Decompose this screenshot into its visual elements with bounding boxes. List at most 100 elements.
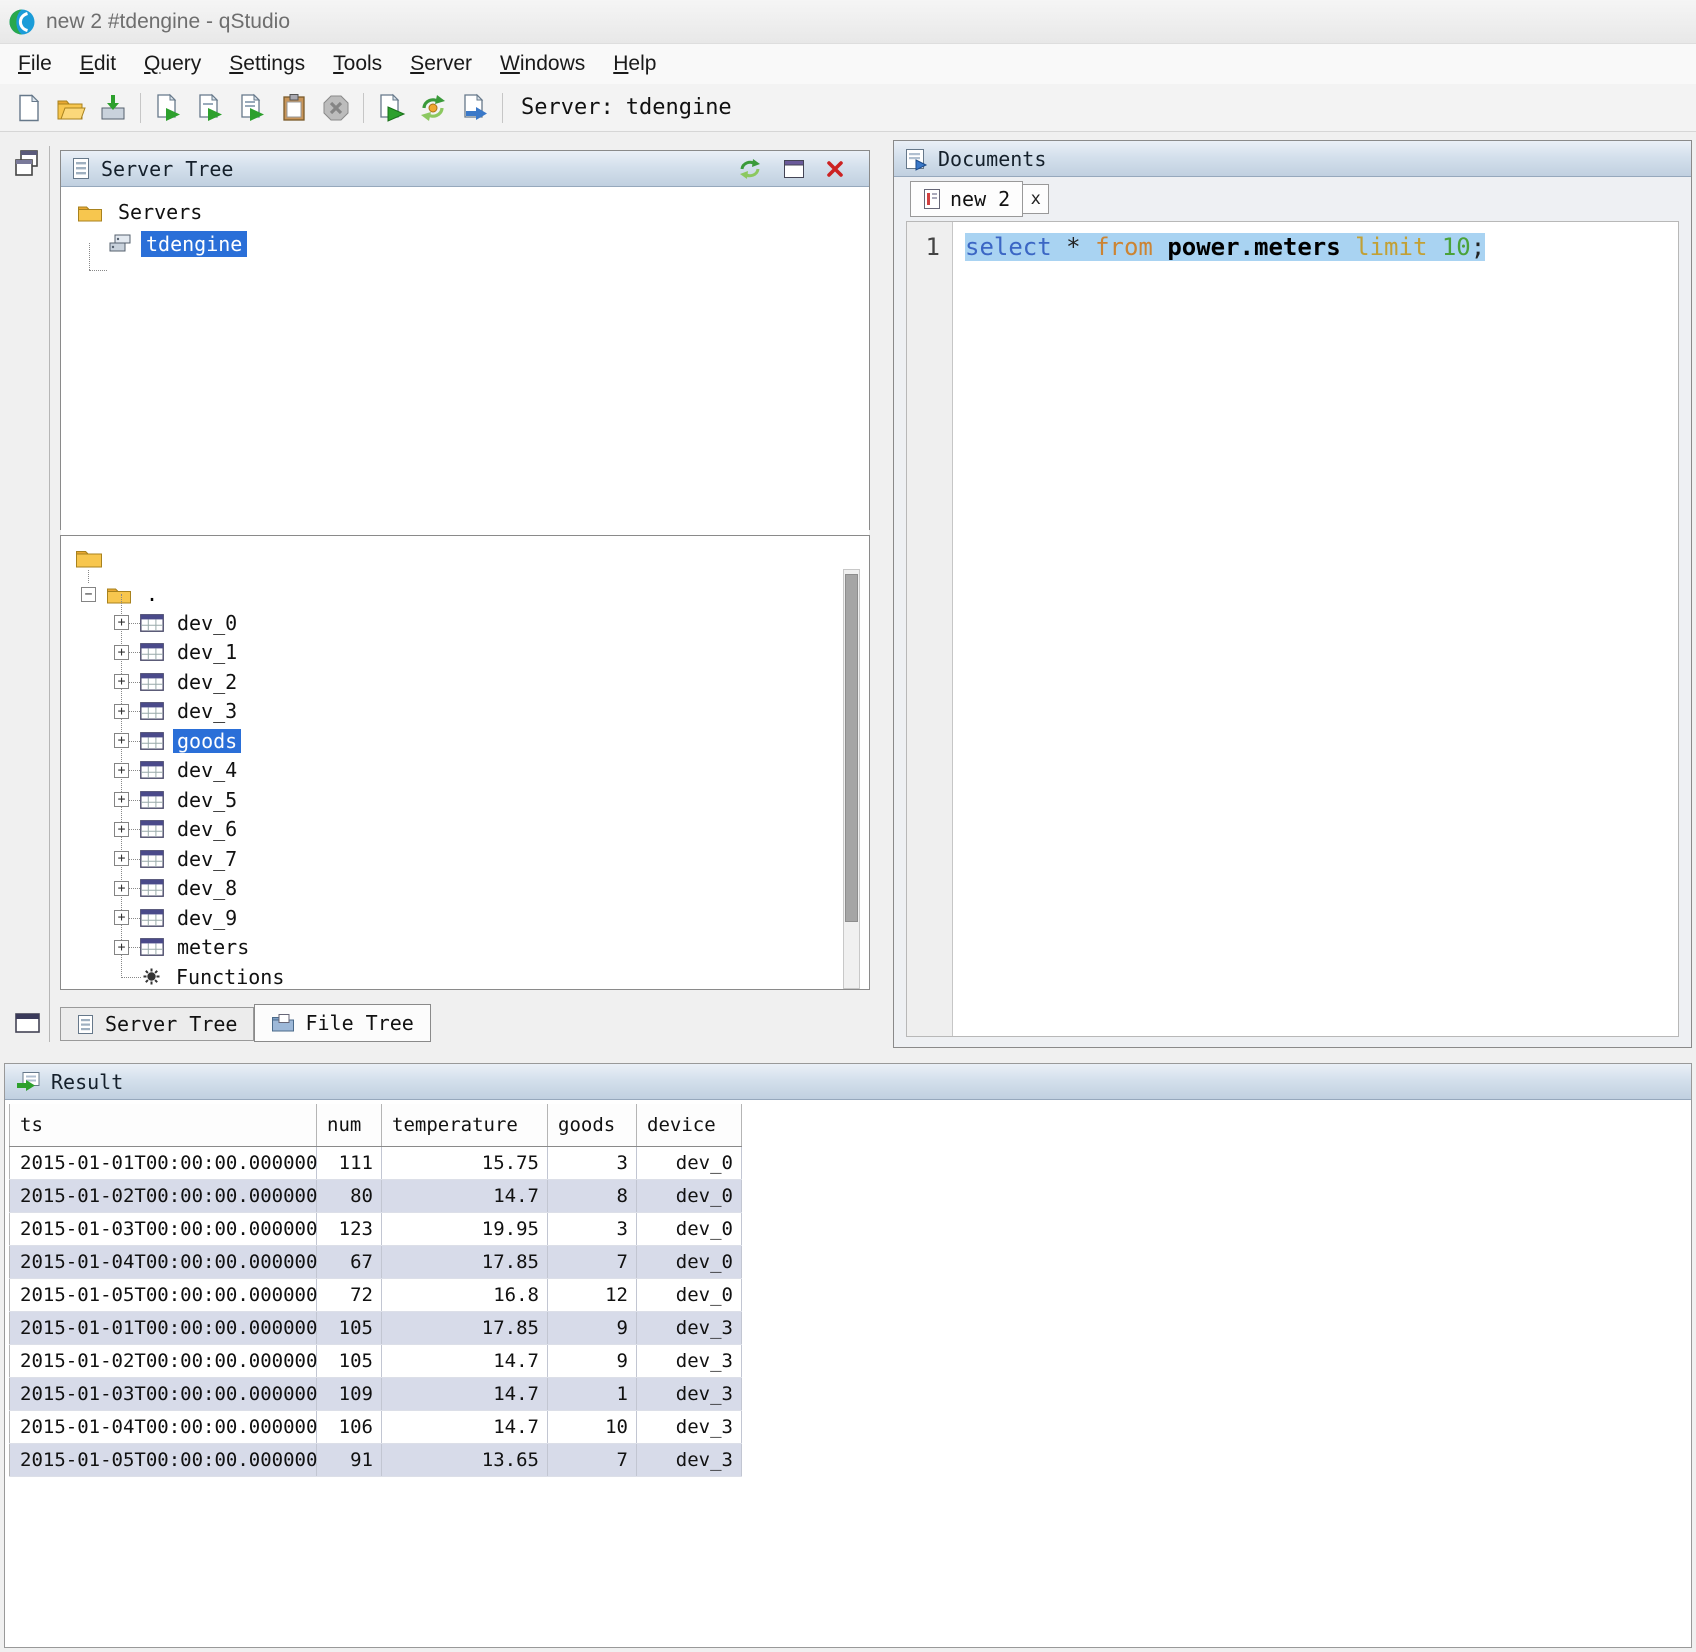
tab-server-tree[interactable]: Server Tree bbox=[60, 1007, 254, 1041]
result-row[interactable]: 2015-01-05T00:00:00.0000007216.812dev_0 bbox=[10, 1278, 742, 1311]
refresh-query-button[interactable] bbox=[414, 89, 452, 127]
menu-item-edit[interactable]: Edit bbox=[66, 48, 130, 80]
run-line-button[interactable] bbox=[191, 89, 229, 127]
code-area[interactable]: select * from power.meters limit 10; bbox=[953, 222, 1678, 1036]
expand-icon[interactable]: + bbox=[114, 733, 129, 748]
column-header-goods[interactable]: goods bbox=[548, 1104, 637, 1146]
expand-icon[interactable]: + bbox=[114, 674, 129, 689]
result-row[interactable]: 2015-01-04T00:00:00.0000006717.857dev_0 bbox=[10, 1245, 742, 1278]
result-row[interactable]: 2015-01-02T00:00:00.0000008014.78dev_0 bbox=[10, 1179, 742, 1212]
server-selector[interactable]: tdengine bbox=[626, 95, 732, 120]
result-header-row: tsnumtemperaturegoodsdevice bbox=[10, 1104, 742, 1146]
send-query-button[interactable] bbox=[372, 89, 410, 127]
close-tab-button[interactable]: x bbox=[1023, 184, 1049, 214]
menu-item-query[interactable]: Query bbox=[130, 48, 215, 80]
menu-item-windows[interactable]: Windows bbox=[486, 48, 599, 80]
file-tree-item-meters[interactable]: +meters bbox=[61, 933, 845, 963]
restore-panels-icon[interactable] bbox=[12, 148, 42, 184]
file-tree-item-goods[interactable]: +goods bbox=[61, 726, 845, 756]
refresh-icon[interactable] bbox=[737, 157, 763, 181]
menu-item-server[interactable]: Server bbox=[396, 48, 486, 80]
menu-item-tools[interactable]: Tools bbox=[319, 48, 396, 80]
code-line[interactable]: select * from power.meters limit 10; bbox=[953, 230, 1678, 264]
column-header-ts[interactable]: ts bbox=[10, 1104, 317, 1146]
file-tree-item-dev_6[interactable]: +dev_6 bbox=[61, 815, 845, 845]
file-tree-item-dev_4[interactable]: +dev_4 bbox=[61, 756, 845, 786]
file-tree-items: +dev_0+dev_1+dev_2+dev_3+goods+dev_4+dev… bbox=[61, 608, 845, 990]
column-header-device[interactable]: device bbox=[637, 1104, 742, 1146]
file-tree-item-dev_2[interactable]: +dev_2 bbox=[61, 667, 845, 697]
file-tree-item-dev_0[interactable]: +dev_0 bbox=[61, 608, 845, 638]
tab-file-tree[interactable]: File Tree bbox=[254, 1004, 430, 1042]
tree-item-servers[interactable]: Servers bbox=[61, 197, 869, 227]
result-table: tsnumtemperaturegoodsdevice 2015-01-01T0… bbox=[9, 1104, 742, 1477]
expand-icon[interactable]: + bbox=[114, 645, 129, 660]
stop-button[interactable] bbox=[317, 89, 355, 127]
expand-icon[interactable]: + bbox=[114, 704, 129, 719]
tab-new-2[interactable]: new 2 bbox=[910, 181, 1023, 217]
menu-item-settings[interactable]: Settings bbox=[215, 48, 319, 80]
table-icon bbox=[140, 791, 164, 809]
sql-editor[interactable]: 1 select * from power.meters limit 10; bbox=[906, 221, 1679, 1037]
expand-icon[interactable]: + bbox=[114, 615, 129, 630]
file-tree-item-dev_1[interactable]: +dev_1 bbox=[61, 638, 845, 668]
expand-icon[interactable]: + bbox=[114, 881, 129, 896]
scrollbar-thumb[interactable] bbox=[845, 574, 858, 922]
file-tree-item-functions[interactable]: Functions bbox=[61, 962, 845, 990]
close-panel-icon[interactable] bbox=[825, 159, 845, 179]
collapse-icon[interactable]: − bbox=[81, 587, 96, 602]
sql-token: * bbox=[1066, 233, 1080, 261]
run-query-button[interactable] bbox=[149, 89, 187, 127]
file-tree-item-dev_9[interactable]: +dev_9 bbox=[61, 903, 845, 933]
server-tree-panel: Server Tree Servers bbox=[60, 150, 870, 530]
file-tree-item-dev_7[interactable]: +dev_7 bbox=[61, 844, 845, 874]
run-file-icon bbox=[237, 93, 267, 123]
result-title: Result bbox=[51, 1070, 123, 1094]
minimized-window-icon[interactable] bbox=[14, 1010, 42, 1040]
menu-item-help[interactable]: Help bbox=[599, 48, 670, 80]
paste-button[interactable] bbox=[275, 89, 313, 127]
result-header: Result bbox=[5, 1064, 1691, 1100]
cell-device: dev_0 bbox=[637, 1179, 742, 1212]
maximize-panel-icon[interactable] bbox=[783, 159, 805, 179]
export-result-button[interactable] bbox=[456, 89, 494, 127]
result-row[interactable]: 2015-01-03T00:00:00.00000010914.71dev_3 bbox=[10, 1377, 742, 1410]
expand-icon[interactable]: + bbox=[114, 792, 129, 807]
cell-temperature: 13.65 bbox=[382, 1443, 548, 1476]
result-row[interactable]: 2015-01-04T00:00:00.00000010614.710dev_3 bbox=[10, 1410, 742, 1443]
result-row[interactable]: 2015-01-02T00:00:00.00000010514.79dev_3 bbox=[10, 1344, 742, 1377]
expand-icon[interactable]: + bbox=[114, 940, 129, 955]
result-row[interactable]: 2015-01-01T00:00:00.00000011115.753dev_0 bbox=[10, 1146, 742, 1179]
qstudio-window: new 2 #tdengine - qStudio FileEditQueryS… bbox=[0, 0, 1696, 1652]
result-row[interactable]: 2015-01-05T00:00:00.0000009113.657dev_3 bbox=[10, 1443, 742, 1476]
paste-icon bbox=[279, 93, 309, 123]
column-header-num[interactable]: num bbox=[317, 1104, 382, 1146]
cell-temperature: 14.7 bbox=[382, 1344, 548, 1377]
file-tree-scrollbar[interactable] bbox=[843, 569, 860, 989]
cell-device: dev_3 bbox=[637, 1410, 742, 1443]
sql-token: limit bbox=[1355, 233, 1427, 261]
app-logo-icon bbox=[8, 8, 36, 36]
tree-item-tdengine[interactable]: tdengine bbox=[61, 229, 869, 259]
column-header-temperature[interactable]: temperature bbox=[382, 1104, 548, 1146]
expand-icon[interactable]: + bbox=[114, 763, 129, 778]
expand-icon[interactable]: + bbox=[114, 910, 129, 925]
file-tree-item-dev_3[interactable]: +dev_3 bbox=[61, 697, 845, 727]
save-button[interactable] bbox=[94, 89, 132, 127]
expand-icon[interactable]: + bbox=[114, 822, 129, 837]
cell-goods: 10 bbox=[548, 1410, 637, 1443]
open-file-button[interactable] bbox=[52, 89, 90, 127]
file-tree-item-dev_8[interactable]: +dev_8 bbox=[61, 874, 845, 904]
sql-token: from bbox=[1095, 233, 1153, 261]
sql-statement[interactable]: select * from power.meters limit 10; bbox=[965, 233, 1485, 261]
result-row[interactable]: 2015-01-01T00:00:00.00000010517.859dev_3 bbox=[10, 1311, 742, 1344]
expand-icon[interactable]: + bbox=[114, 851, 129, 866]
menu-item-file[interactable]: File bbox=[4, 48, 66, 80]
table-icon bbox=[140, 702, 164, 720]
cell-ts: 2015-01-02T00:00:00.000000 bbox=[10, 1344, 317, 1377]
result-row[interactable]: 2015-01-03T00:00:00.00000012319.953dev_0 bbox=[10, 1212, 742, 1245]
file-tree-item-dev_5[interactable]: +dev_5 bbox=[61, 785, 845, 815]
run-file-button[interactable] bbox=[233, 89, 271, 127]
new-file-button[interactable] bbox=[10, 89, 48, 127]
folder-icon bbox=[75, 546, 103, 573]
